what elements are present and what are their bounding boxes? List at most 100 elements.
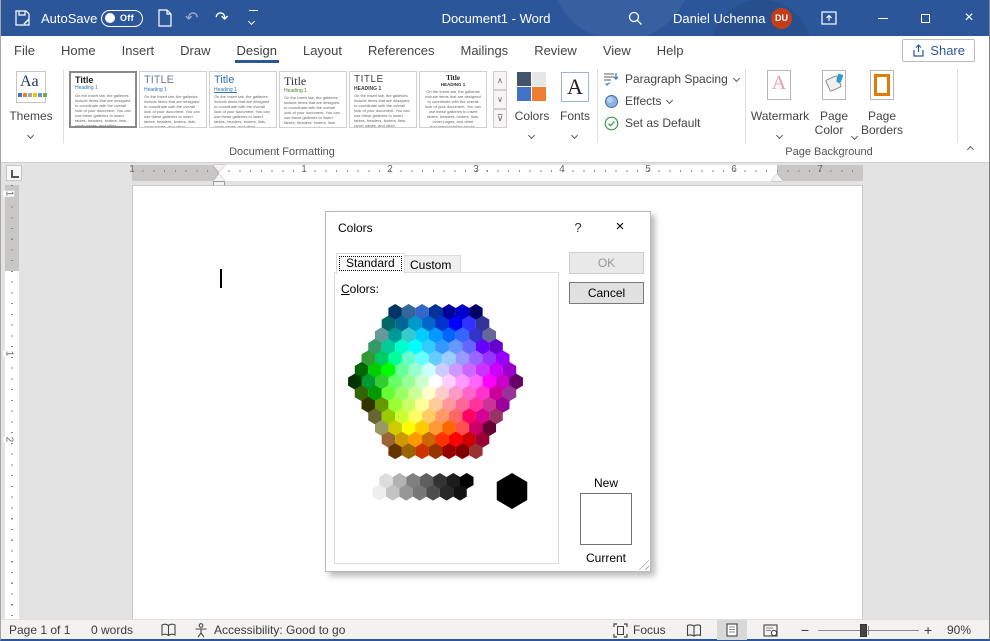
tab-design[interactable]: Design <box>224 36 290 65</box>
minimize-button[interactable] <box>863 0 903 36</box>
style-set-heading: HEADING 1 <box>424 82 482 88</box>
style-set-title: TITLE <box>354 75 412 86</box>
style-set-heading: Heading 1 <box>214 87 272 94</box>
dialog-tab-standard[interactable]: Standard <box>336 253 405 274</box>
cancel-button[interactable]: Cancel <box>569 282 644 304</box>
style-set-card-6[interactable]: Title HEADING 1 On the Insert tab, the g… <box>419 71 487 128</box>
group-label-page-background: Page Background <box>749 146 909 158</box>
print-layout-button[interactable] <box>717 620 747 640</box>
zoom-out-button[interactable]: − <box>801 620 809 640</box>
word-count-status[interactable]: 0 words <box>91 620 133 640</box>
style-set-card-4[interactable]: Title Heading 1 On the Insert tab, the g… <box>279 71 347 128</box>
tab-home[interactable]: Home <box>48 36 109 65</box>
watermark-chevron-icon <box>777 127 782 141</box>
new-color-label: New <box>580 476 632 490</box>
right-indent-marker[interactable] <box>771 174 783 181</box>
style-set-body: On the Insert tab, the galleries include… <box>424 89 482 128</box>
tab-insert[interactable]: Insert <box>109 36 168 65</box>
style-set-card-3[interactable]: Title Heading 1 On the Insert tab, the g… <box>209 71 277 128</box>
tab-layout[interactable]: Layout <box>290 36 355 65</box>
style-set-heading: Heading 1 <box>144 87 202 94</box>
gallery-more-button[interactable]: ⊽ <box>493 109 507 128</box>
status-bar: Page 1 of 1 0 words Accessibility: Good … <box>1 619 989 639</box>
colors-dropdown-chevron-icon <box>529 127 534 141</box>
page-color-label-1: Page <box>813 109 855 123</box>
share-button[interactable]: Share <box>902 39 975 62</box>
avatar[interactable]: DU <box>771 0 792 36</box>
tab-view[interactable]: View <box>590 36 644 65</box>
black-hex-cell[interactable] <box>497 473 528 509</box>
tab-mailings[interactable]: Mailings <box>448 36 522 65</box>
web-layout-button[interactable] <box>755 620 785 640</box>
tab-file[interactable]: File <box>1 36 48 65</box>
proofing-icon[interactable] <box>161 620 176 640</box>
style-set-body: On the Insert tab, the galleries include… <box>144 94 202 128</box>
style-set-card-2[interactable]: TITLE Heading 1 On the Insert tab, the g… <box>139 71 207 128</box>
undo-button[interactable]: ↶ <box>185 0 198 36</box>
search-icon[interactable] <box>627 0 643 36</box>
effects-button[interactable]: Effects <box>603 92 672 110</box>
style-set-card-1[interactable]: Title Heading 1 On the Insert tab, the g… <box>69 71 137 128</box>
dialog-close-button[interactable]: × <box>598 215 642 239</box>
close-button[interactable]: × <box>949 0 989 36</box>
horizontal-ruler[interactable]: 1 1 2 3 4 5 6 7 <box>1 163 989 183</box>
standard-colors-honeycomb[interactable] <box>335 295 560 525</box>
fonts-dropdown-chevron-icon <box>572 127 577 141</box>
set-as-default-button[interactable]: Set as Default <box>603 114 700 132</box>
read-mode-button[interactable] <box>679 620 709 640</box>
themes-dropdown-chevron-icon <box>28 127 33 141</box>
page-number-status[interactable]: Page 1 of 1 <box>9 620 70 640</box>
fonts-label: Fonts <box>555 109 595 123</box>
tab-review[interactable]: Review <box>521 36 590 65</box>
set-as-default-icon <box>603 115 619 131</box>
dialog-title: Colors <box>338 221 373 235</box>
paragraph-spacing-button[interactable]: Paragraph Spacing <box>603 70 739 88</box>
maximize-button[interactable] <box>905 0 945 36</box>
ok-button[interactable]: OK <box>569 252 644 274</box>
accessibility-status[interactable]: Accessibility: Good to go <box>214 620 345 640</box>
zoom-slider-thumb[interactable] <box>860 624 867 637</box>
dialog-resize-grip[interactable] <box>636 557 649 570</box>
share-label: Share <box>930 43 965 58</box>
paragraph-spacing-label: Paragraph Spacing <box>625 72 728 86</box>
new-document-icon[interactable] <box>157 0 173 36</box>
style-set-body: On the Insert tab, the galleries include… <box>284 95 342 128</box>
ruler-number: 4 <box>559 164 565 175</box>
autosave-toggle[interactable]: Off <box>101 0 143 36</box>
vertical-ruler[interactable]: 1 1 2 <box>5 185 19 619</box>
tab-references[interactable]: References <box>355 36 447 65</box>
customize-quick-access-toolbar-icon[interactable] <box>249 0 258 36</box>
new-current-color-preview <box>580 493 632 545</box>
dialog-help-button[interactable]: ? <box>566 217 590 239</box>
focus-button[interactable]: Focus <box>613 620 666 640</box>
hanging-indent-marker[interactable] <box>213 174 225 181</box>
set-as-default-label: Set as Default <box>625 116 700 130</box>
effects-chevron-icon <box>666 96 673 103</box>
save-icon[interactable] <box>13 0 31 36</box>
collapse-ribbon-button[interactable] <box>968 141 973 155</box>
ruler-number: 3 <box>473 164 479 175</box>
effects-label: Effects <box>625 94 661 108</box>
paragraph-spacing-icon <box>603 71 619 87</box>
style-set-body: On the Insert tab, the galleries include… <box>354 93 412 128</box>
zoom-in-button[interactable]: + <box>924 620 932 640</box>
redo-button[interactable]: ↷ <box>215 0 228 36</box>
user-name[interactable]: Daniel Uchenna <box>673 0 766 36</box>
tab-selector[interactable] <box>6 165 22 181</box>
share-icon <box>912 44 925 57</box>
gallery-scroll-up-button[interactable]: ∧ <box>493 71 507 90</box>
ruler-number: 5 <box>645 164 651 175</box>
style-set-title: Title <box>284 75 342 88</box>
tab-help[interactable]: Help <box>644 36 697 65</box>
style-set-title: Title <box>214 75 272 87</box>
style-set-card-5[interactable]: TITLE HEADING 1 On the Insert tab, the g… <box>349 71 417 128</box>
themes-label: Themes <box>7 109 55 123</box>
ruler-number: 1 <box>301 164 307 175</box>
gallery-scroll-down-button[interactable]: ∨ <box>493 90 507 109</box>
first-line-indent-marker[interactable] <box>213 165 225 172</box>
tab-draw[interactable]: Draw <box>167 36 223 65</box>
zoom-level[interactable]: 90% <box>947 620 971 640</box>
ribbon-display-options-icon[interactable] <box>821 0 837 36</box>
paragraph-spacing-chevron-icon <box>733 74 740 81</box>
title-bar: AutoSave Off ↶ ↷ Document1 - Word Daniel… <box>1 0 989 36</box>
